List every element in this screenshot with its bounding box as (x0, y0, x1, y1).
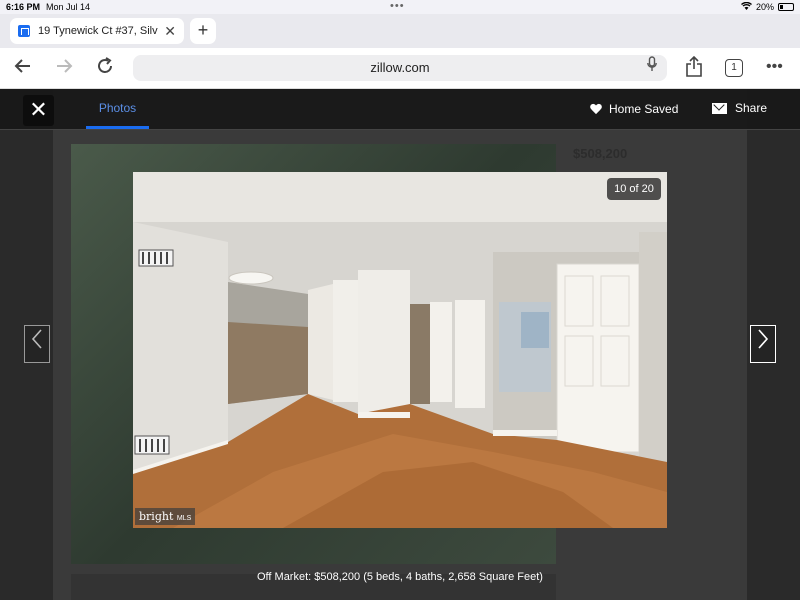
back-arrow-icon[interactable] (13, 56, 33, 82)
next-photo-button[interactable] (750, 325, 776, 363)
multitask-dots-icon[interactable]: ••• (390, 0, 405, 12)
mls-watermark: bright MLS (135, 508, 196, 525)
new-tab-button[interactable]: + (190, 18, 216, 44)
photo-counter: 10 of 20 (607, 178, 661, 200)
battery-icon (778, 3, 794, 11)
forward-arrow-icon[interactable] (54, 56, 74, 82)
reload-icon[interactable] (95, 56, 115, 82)
tab-title: 19 Tynewick Ct #37, Silv (38, 25, 158, 37)
background-price: $508,200 (573, 146, 628, 161)
more-options-icon[interactable]: ••• (766, 58, 783, 76)
share-label: Share (735, 101, 768, 115)
room-photo-drawing (133, 172, 667, 528)
status-right: 20% (740, 1, 794, 12)
tab-close-icon[interactable]: ✕ (164, 23, 176, 40)
browser-tab-bar: 19 Tynewick Ct #37, Silv ✕ + (0, 14, 800, 48)
share-sheet-icon[interactable] (685, 55, 703, 83)
url-text: zillow.com (370, 60, 430, 75)
home-saved-label: Home Saved (609, 102, 679, 116)
share-button[interactable]: Share (712, 101, 767, 115)
battery-percent: 20% (755, 2, 774, 12)
home-saved-button[interactable]: Home Saved (590, 102, 678, 116)
envelope-icon (712, 102, 727, 114)
status-date: Mon Jul 14 (46, 2, 91, 12)
browser-toolbar: zillow.com 1 ••• (0, 48, 800, 89)
photo-caption: Off Market: $508,200 (5 beds, 4 baths, 2… (257, 571, 543, 583)
tab-photos[interactable]: Photos (86, 101, 149, 129)
close-viewer-button[interactable]: ✕ (23, 95, 54, 126)
close-icon: ✕ (29, 97, 48, 122)
photo-viewer: $508,200 ✕ Photos Home Saved Share 10 of… (0, 89, 800, 600)
heart-icon (590, 104, 602, 115)
microphone-icon[interactable] (647, 55, 657, 81)
wifi-icon (740, 1, 752, 12)
previous-photo-button[interactable] (24, 325, 50, 363)
watermark-brand: bright (139, 510, 174, 523)
viewer-top-bar: ✕ Photos Home Saved Share (0, 89, 800, 130)
chevron-right-icon (757, 329, 769, 355)
browser-tab[interactable]: 19 Tynewick Ct #37, Silv ✕ (10, 18, 184, 44)
listing-photo (133, 172, 667, 528)
tab-overview-button[interactable]: 1 (725, 59, 743, 77)
watermark-mls: MLS (176, 515, 192, 522)
status-bar: 6:16 PM Mon Jul 14 ••• 20% (0, 0, 800, 14)
status-time: 6:16 PM (6, 2, 41, 12)
address-bar[interactable]: zillow.com (133, 55, 667, 81)
zillow-favicon-icon (18, 25, 30, 37)
chevron-left-icon (31, 329, 43, 355)
